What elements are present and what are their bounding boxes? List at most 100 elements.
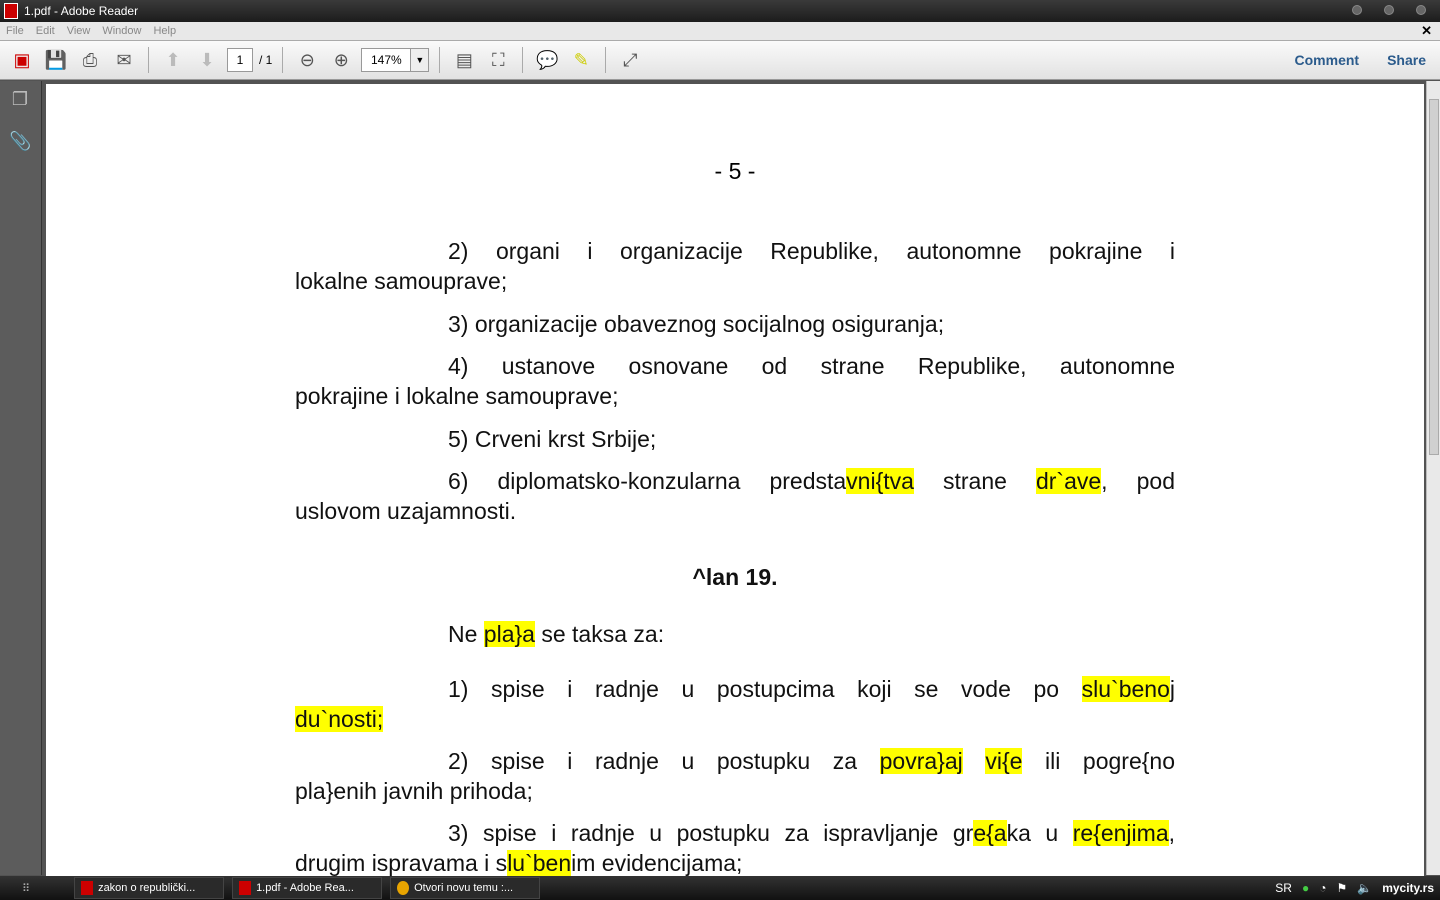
text: 2) spise i radnje u postupku za	[448, 748, 880, 774]
text	[963, 748, 986, 774]
highlight[interactable]: dr`ave	[1035, 468, 1102, 494]
start-icon[interactable]: ⠿	[22, 882, 30, 895]
text: j	[1169, 676, 1175, 702]
text-line: uslovom uzajamnosti.	[295, 498, 517, 524]
menu-file[interactable]: File	[6, 25, 24, 37]
chevron-down-icon[interactable]: ▼	[410, 49, 429, 71]
menu-window[interactable]: Window	[102, 25, 141, 37]
clock[interactable]: mycity.rs	[1382, 881, 1434, 895]
utorrent-icon[interactable]: ●	[1302, 881, 1309, 895]
paragraph: 4) ustanove osnovane od strane Republike…	[295, 351, 1175, 411]
text-line: du`nosti;	[295, 704, 1175, 734]
save-icon[interactable]: 💾	[42, 46, 70, 74]
print-icon[interactable]: ⎙	[76, 46, 104, 74]
divider	[282, 47, 284, 73]
taskbar-item[interactable]: Otvori novu temu :...	[390, 877, 541, 899]
page-number-input[interactable]: 1	[227, 48, 253, 72]
text-line: 2) organi i organizacije Republike, auto…	[448, 238, 1175, 264]
menu-help[interactable]: Help	[153, 25, 176, 37]
flag-icon[interactable]: ⚑	[1336, 881, 1347, 895]
adobe-reader-icon	[4, 3, 18, 19]
text: Ne	[448, 621, 484, 647]
highlight-text-icon[interactable]: ✎	[567, 46, 595, 74]
text-line: pla}enih javnih prihoda;	[295, 778, 533, 804]
text-line: 5) Crveni krst Srbije;	[448, 426, 657, 452]
taskbar-item[interactable]: 1.pdf - Adobe Rea...	[232, 877, 383, 899]
sticky-note-icon[interactable]: 💬	[533, 46, 561, 74]
task-label: 1.pdf - Adobe Rea...	[256, 882, 354, 894]
page-number: - 5 -	[714, 158, 756, 184]
text: se taksa za:	[534, 621, 665, 647]
close-button[interactable]	[1416, 5, 1426, 15]
article-heading: ^lan 19.	[692, 564, 778, 590]
text: strane	[913, 468, 1036, 494]
menu-view[interactable]: View	[67, 25, 91, 37]
chrome-icon	[397, 881, 410, 895]
navigation-pane: ❐ 📎	[0, 81, 42, 875]
highlight[interactable]: slu`beno	[1081, 676, 1170, 702]
divider	[148, 47, 149, 73]
highlight[interactable]: vi{e	[985, 748, 1023, 774]
taskbar: ⠿ zakon o republički... 1.pdf - Adobe Re…	[0, 876, 1440, 900]
minimize-button[interactable]	[1352, 5, 1362, 15]
full-screen-icon[interactable]: ⤢	[616, 46, 644, 74]
zoom-select[interactable]: 147% ▼	[361, 48, 430, 72]
text: im evidencijama;	[571, 850, 743, 876]
divider	[522, 47, 524, 73]
pdf-icon	[239, 881, 252, 895]
close-document-icon[interactable]: ✕	[1421, 23, 1432, 39]
highlight[interactable]: pla}a	[483, 621, 535, 647]
fit-width-icon[interactable]: ▤	[450, 46, 478, 74]
fit-page-icon[interactable]: ⛶	[484, 46, 512, 74]
text-line: pokrajine i lokalne samouprave;	[295, 383, 619, 409]
highlight[interactable]: lu`ben	[507, 850, 572, 876]
previous-page-icon[interactable]: ⬆	[159, 46, 187, 74]
comment-button[interactable]: Comment	[1295, 52, 1360, 68]
text: ili pogre{no	[1022, 748, 1176, 774]
paragraph: 1) spise i radnje u postupcima koji se v…	[295, 674, 1175, 734]
maximize-button[interactable]	[1384, 5, 1394, 15]
paragraph: 3) spise i radnje u postupku za ispravlj…	[295, 818, 1175, 876]
menu-bar: File Edit View Window Help ✕	[0, 22, 1440, 40]
text-line: lokalne samouprave;	[295, 268, 508, 294]
text-line: 4) ustanove osnovane od strane Republike…	[448, 353, 1175, 379]
vertical-scrollbar[interactable]	[1426, 81, 1440, 875]
highlight[interactable]: du`nosti;	[295, 706, 384, 732]
text-line: 3) spise i radnje u postupku za ispravlj…	[295, 818, 1175, 848]
system-tray: SR ● ◔ ⚑ 🔈 mycity.rs	[1275, 881, 1434, 895]
text-line: drugim ispravama i slu`benim evidencijam…	[295, 848, 1175, 876]
paragraph: 2) spise i radnje u postupku za povra}aj…	[295, 746, 1175, 806]
paragraph: 2) organi i organizacije Republike, auto…	[295, 236, 1175, 296]
language-indicator[interactable]: SR	[1275, 881, 1292, 895]
create-pdf-icon[interactable]: ▣	[8, 46, 36, 74]
taskbar-item[interactable]: zakon o republički...	[74, 877, 225, 899]
text: ka u	[1006, 820, 1073, 846]
pages-icon[interactable]: ❐	[9, 89, 31, 111]
network-icon[interactable]: ◔	[1319, 881, 1326, 895]
page-total: / 1	[259, 53, 273, 67]
text: 6) diplomatsko-konzularna predsta	[448, 468, 847, 494]
next-page-icon[interactable]: ⬇	[193, 46, 221, 74]
task-label: Otvori novu temu :...	[414, 882, 514, 894]
text: 1) spise i radnje u postupcima koji se v…	[448, 676, 1082, 702]
highlight[interactable]: e{a	[973, 820, 1007, 846]
highlight[interactable]: vni{tva	[846, 468, 914, 494]
text: ,	[1168, 820, 1175, 846]
divider	[439, 47, 441, 73]
volume-icon[interactable]: 🔈	[1357, 881, 1372, 895]
share-button[interactable]: Share	[1387, 52, 1426, 68]
text-line: 6) diplomatsko-konzularna predstavni{tva…	[295, 466, 1175, 496]
attachments-icon[interactable]: 📎	[9, 131, 31, 153]
zoom-value: 147%	[370, 53, 402, 67]
text: , pod	[1101, 468, 1175, 494]
zoom-out-icon[interactable]: ⊖	[293, 46, 321, 74]
zoom-in-icon[interactable]: ⊕	[327, 46, 355, 74]
text-line: 3) organizacije obaveznog socijalnog osi…	[448, 311, 945, 337]
highlight[interactable]: povra}aj	[879, 748, 963, 774]
menu-edit[interactable]: Edit	[36, 25, 55, 37]
highlight[interactable]: re{enjima	[1072, 820, 1169, 846]
text-line: Ne pla}a se taksa za:	[295, 619, 1175, 649]
paragraph: 6) diplomatsko-konzularna predstavni{tva…	[295, 466, 1175, 526]
scrollbar-thumb[interactable]	[1429, 99, 1439, 455]
email-icon[interactable]: ✉	[110, 46, 138, 74]
